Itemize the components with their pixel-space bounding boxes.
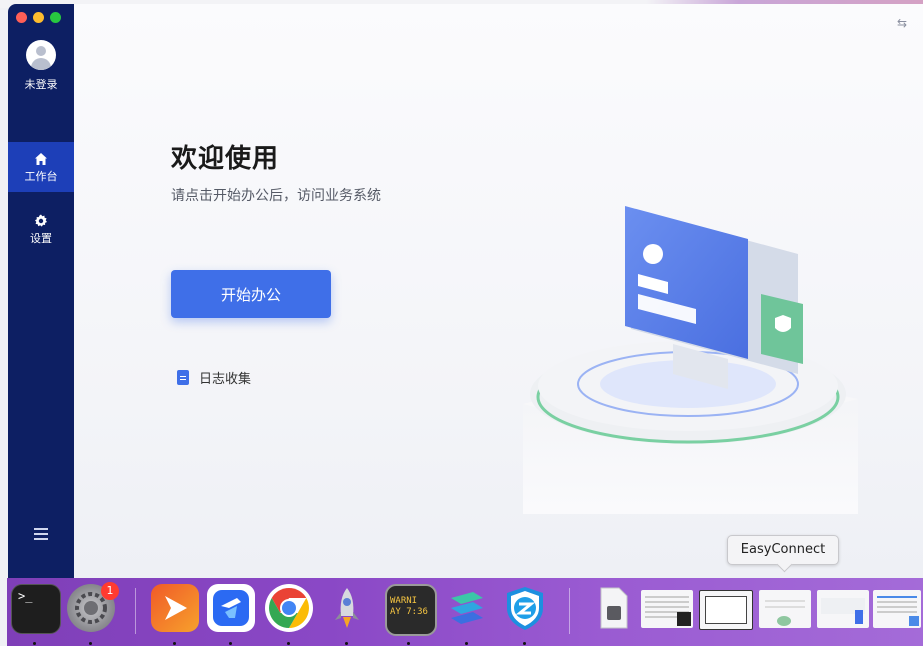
stacks-icon[interactable]	[443, 584, 491, 632]
dock-tooltip: EasyConnect	[727, 535, 839, 565]
running-indicator	[173, 642, 176, 645]
dock: >_ 1 WARNI AY 7:36	[7, 578, 923, 646]
running-indicator	[523, 642, 526, 645]
window-thumbnail[interactable]	[817, 590, 869, 628]
play-arrow-icon	[165, 596, 187, 620]
log-collection-label: 日志收集	[199, 371, 252, 387]
window-thumbnail[interactable]	[641, 590, 693, 628]
chrome-logo-icon	[269, 588, 309, 628]
screen: 未登录 工作台 设置 ⇆ 欢迎使用 请点击开始办公后，访问业务系统 开始办公 日…	[0, 0, 923, 646]
running-indicator	[287, 642, 290, 645]
window-thumbnail[interactable]	[759, 590, 811, 628]
system-settings-icon[interactable]: 1	[67, 582, 119, 632]
avatar-body	[31, 58, 51, 70]
notification-badge: 1	[101, 582, 119, 600]
start-work-button[interactable]: 开始办公	[171, 270, 331, 318]
sidebar-item-workbench[interactable]: 工作台	[8, 142, 74, 192]
console-text: WARNI AY 7:36	[390, 596, 428, 617]
swap-icon[interactable]: ⇆	[897, 16, 907, 30]
gear-icon	[35, 214, 47, 227]
sidebar-item-label: 设置	[30, 232, 52, 245]
running-indicator	[33, 642, 36, 645]
page-title: 欢迎使用	[171, 144, 280, 174]
login-status-label[interactable]: 未登录	[8, 76, 74, 92]
rocket-ship-icon	[335, 588, 359, 628]
computer-illustration	[523, 206, 858, 514]
window-thumbnail[interactable]	[699, 590, 753, 630]
zoom-window-button[interactable]	[50, 12, 61, 23]
document-file-icon[interactable]	[589, 584, 637, 632]
home-icon	[35, 153, 47, 165]
file-icon	[600, 587, 628, 629]
shield-logo-icon	[507, 587, 543, 630]
terminal-prompt: >_	[18, 589, 33, 603]
easyconnect-icon[interactable]	[501, 584, 549, 632]
running-indicator	[229, 642, 232, 645]
dock-separator	[135, 588, 136, 634]
hamburger-menu-icon[interactable]	[34, 528, 48, 540]
rocket-icon[interactable]	[323, 584, 371, 632]
running-indicator	[465, 642, 468, 645]
sidebar: 未登录 工作台 设置	[8, 4, 74, 578]
minimize-window-button[interactable]	[33, 12, 44, 23]
dock-separator	[569, 588, 570, 634]
console-icon[interactable]: WARNI AY 7:36	[385, 584, 437, 636]
running-indicator	[407, 642, 410, 645]
running-indicator	[89, 642, 92, 645]
running-indicator	[345, 642, 348, 645]
feishu-logo-icon	[213, 590, 249, 626]
presentation-app-icon[interactable]	[151, 584, 199, 632]
stacks-logo-icon	[451, 592, 483, 624]
easyconnect-window: 未登录 工作台 设置 ⇆ 欢迎使用 请点击开始办公后，访问业务系统 开始办公 日…	[8, 4, 923, 578]
document-icon	[177, 369, 189, 385]
close-window-button[interactable]	[16, 12, 27, 23]
sidebar-item-label: 工作台	[24, 170, 58, 183]
avatar-head	[36, 46, 46, 56]
avatar[interactable]	[26, 40, 56, 70]
feishu-icon[interactable]	[207, 584, 255, 632]
chrome-icon[interactable]	[265, 584, 313, 632]
window-thumbnail[interactable]	[873, 590, 921, 628]
sidebar-item-settings[interactable]: 设置	[8, 204, 74, 254]
terminal-icon[interactable]: >_	[11, 584, 61, 634]
page-subtitle: 请点击开始办公后，访问业务系统	[171, 188, 381, 204]
log-collection-link[interactable]: 日志收集	[177, 368, 252, 387]
